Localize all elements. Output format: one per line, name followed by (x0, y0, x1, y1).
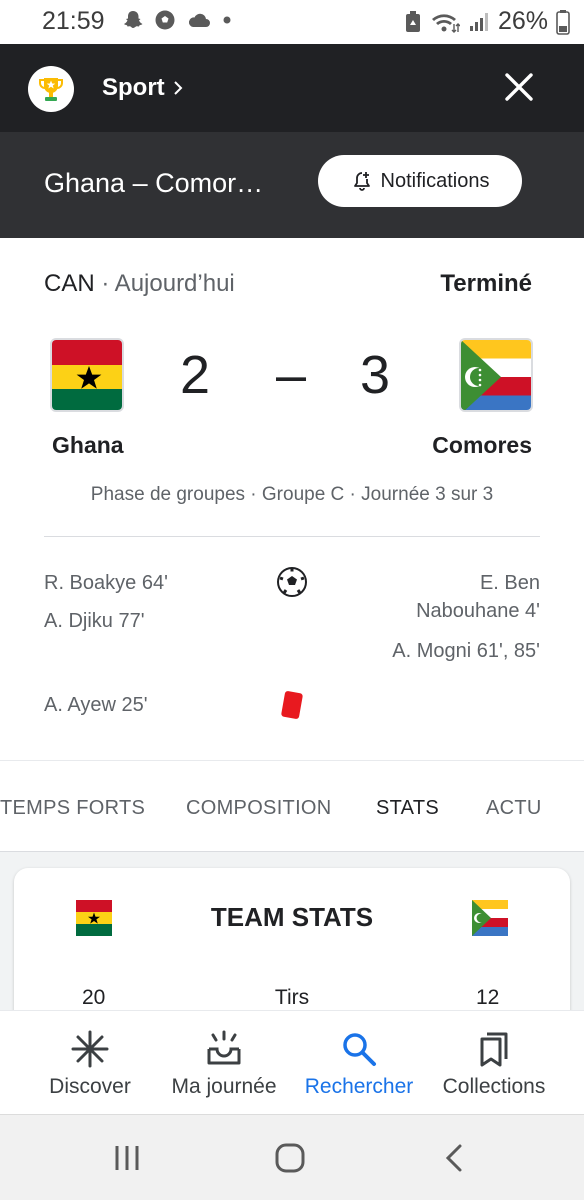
notifications-label: Notifications (380, 169, 490, 192)
home-red-card: A. Ayew 25' (44, 694, 148, 716)
away-goal-2: A. Mogni 61', 85' (392, 640, 540, 662)
dot-icon (223, 16, 231, 24)
red-card-icon (281, 691, 303, 719)
away-goal-1b: Nabouhane 4' (416, 600, 540, 622)
close-icon[interactable] (502, 70, 536, 104)
match-header: Ghana – Comor… Notifications (0, 132, 584, 238)
nav-label: Rechercher (304, 1075, 414, 1098)
match-phase: Phase de groupes · Groupe C · Journée 3 … (90, 484, 494, 505)
team-stats-card: TEAM STATS 20 Tirs 12 (14, 868, 570, 1028)
tab-stats[interactable]: STATS (376, 797, 439, 820)
collections-icon (480, 1032, 508, 1067)
nav-ma-journee[interactable]: Ma journée (160, 1011, 288, 1115)
notification-icons (122, 9, 232, 31)
battery-icon (556, 9, 570, 35)
ghana-flag[interactable] (50, 338, 124, 412)
match-title: Ghana – Comor… (44, 168, 264, 198)
wifi-icon (431, 13, 460, 33)
status-bar: 21:59 26% (0, 0, 584, 44)
home-icon[interactable] (274, 1143, 306, 1173)
nav-discover[interactable]: Discover (30, 1011, 150, 1115)
system-navigation-bar (0, 1114, 584, 1200)
stat-away-value: 12 (476, 986, 500, 1009)
match-status: Terminé (440, 270, 532, 297)
away-team-name[interactable]: Comores (432, 432, 532, 459)
tab-bar: TEMPS FORTS COMPOSITION STATS ACTU (0, 761, 584, 851)
inbox-icon (207, 1030, 241, 1065)
back-icon[interactable] (442, 1143, 466, 1173)
snapchat-icon (124, 11, 143, 28)
search-icon (343, 1033, 376, 1066)
nav-rechercher[interactable]: Rechercher (296, 1011, 422, 1115)
status-time: 21:59 (42, 7, 105, 35)
recent-apps-icon[interactable] (112, 1143, 142, 1173)
soccer-ball-icon (277, 567, 307, 597)
home-team-name[interactable]: Ghana (52, 432, 124, 459)
bell-add-icon (353, 172, 370, 191)
bottom-navigation: Discover Ma journée Rechercher Collectio… (0, 1010, 584, 1114)
trophy-icon (28, 66, 74, 112)
divider (44, 536, 540, 537)
signal-icon (469, 12, 488, 31)
score-separator: – (276, 345, 307, 405)
system-status-icons: 26% (404, 7, 570, 36)
away-goal-1a: E. Ben (479, 572, 540, 594)
battery-percent: 26% (497, 7, 548, 35)
app-header: Sport (0, 44, 584, 132)
chevron-right-icon (173, 81, 183, 95)
soccer-icon (155, 10, 175, 30)
match-date: · Aujourd’hui (101, 270, 235, 297)
tab-temps-forts[interactable]: TEMPS FORTS (0, 797, 145, 820)
comores-flag[interactable] (459, 338, 533, 412)
nav-collections[interactable]: Collections (430, 1011, 558, 1115)
competition-name: CAN (44, 270, 95, 297)
nav-label: Discover (49, 1075, 131, 1098)
nav-label: Collections (442, 1075, 546, 1098)
tab-composition[interactable]: COMPOSITION (186, 797, 332, 820)
cloud-icon (188, 13, 210, 27)
comores-flag-small (472, 900, 508, 936)
asterisk-icon (71, 1030, 109, 1068)
home-goal-1: R. Boakye 64' (44, 572, 168, 594)
section-link[interactable]: Sport (102, 74, 183, 102)
home-goal-2: A. Djiku 77' (44, 610, 145, 632)
section-label: Sport (102, 74, 165, 101)
home-score: 2 (180, 345, 211, 405)
competition-line: CAN · Aujourd’hui (44, 270, 235, 298)
nav-label: Ma journée (171, 1075, 277, 1098)
tab-actu[interactable]: ACTU (486, 797, 542, 820)
away-score: 3 (360, 345, 391, 405)
recycle-icon (405, 10, 420, 32)
notifications-button[interactable]: Notifications (318, 155, 522, 207)
